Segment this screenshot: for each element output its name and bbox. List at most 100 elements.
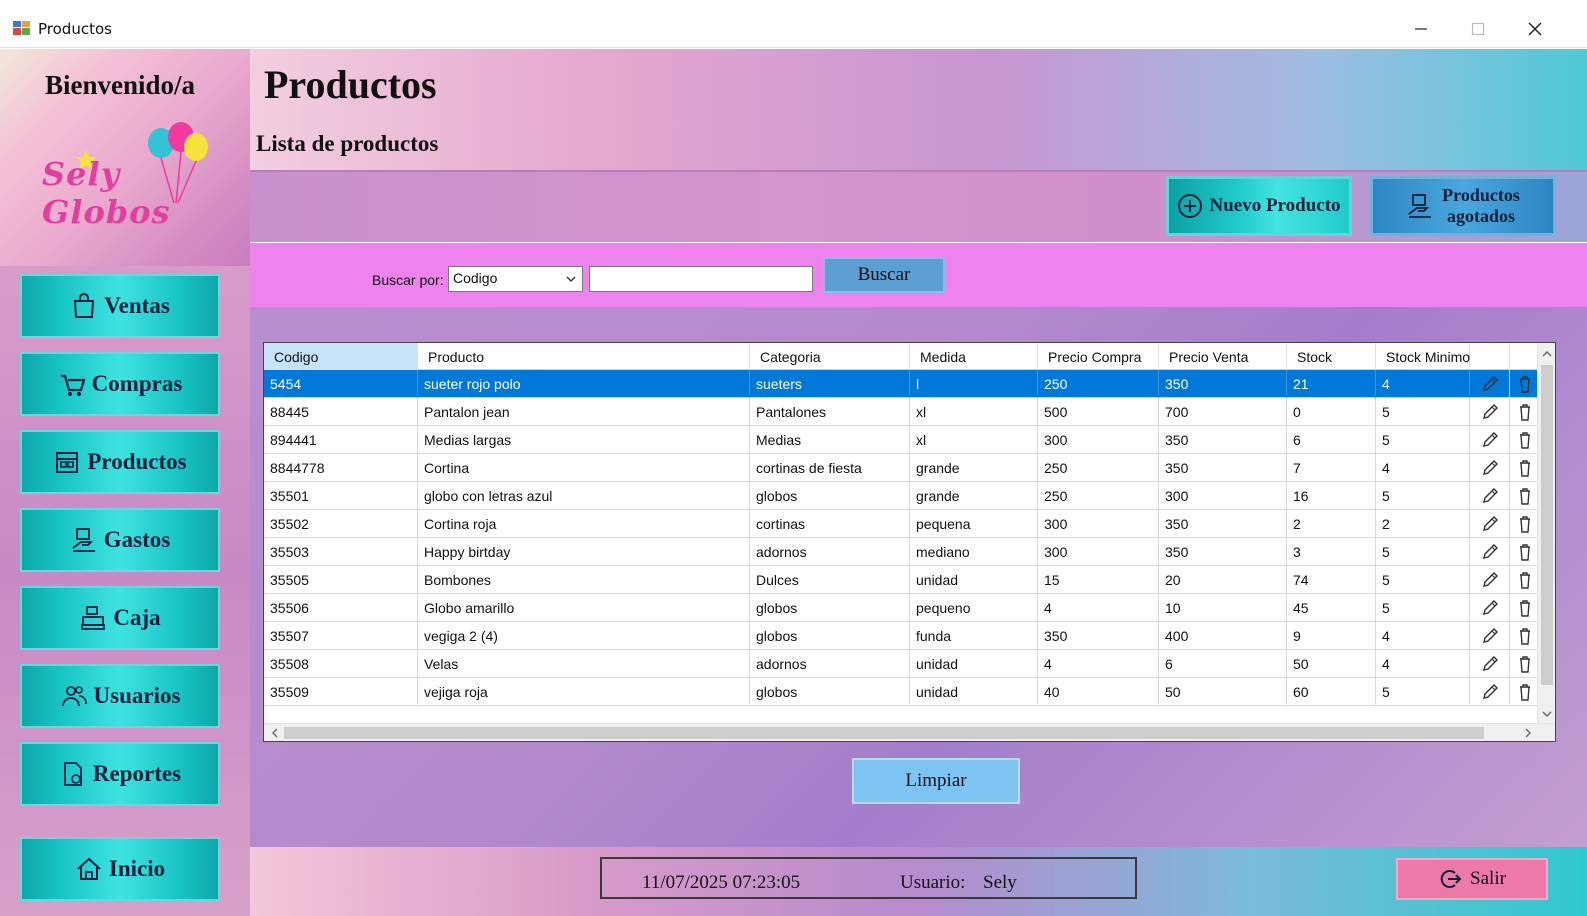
table-cell: 6 [1287, 426, 1376, 454]
edit-icon[interactable] [1470, 650, 1510, 678]
table-row[interactable]: 35501 globo con letras azul globos grande 25… [264, 482, 1540, 510]
edit-icon[interactable] [1470, 566, 1510, 594]
table-row[interactable]: 88445 Pantalon jean Pantalones xl 500 700 0 5 [264, 398, 1540, 426]
edit-icon[interactable] [1470, 482, 1510, 510]
table-header: Codigo Producto Categoria Medida Precio … [264, 343, 1550, 370]
products-table[interactable]: Codigo Producto Categoria Medida Precio … [263, 342, 1556, 742]
delete-icon[interactable] [1510, 622, 1540, 650]
edit-icon[interactable] [1470, 398, 1510, 426]
delete-icon[interactable] [1510, 594, 1540, 622]
edit-icon[interactable] [1470, 594, 1510, 622]
column-header-precio-compra[interactable]: Precio Compra [1038, 343, 1159, 370]
delete-icon[interactable] [1510, 566, 1540, 594]
nav-ventas-label: Ventas [104, 293, 170, 318]
clear-button[interactable]: Limpiar [852, 758, 1020, 804]
datetime-text: 11/07/2025 07:23:05 [642, 872, 801, 893]
table-cell: 5 [1376, 426, 1470, 454]
nav-usuarios-button[interactable]: Usuarios [20, 664, 220, 728]
nav-gastos-button[interactable]: Gastos [20, 508, 220, 572]
delete-icon[interactable] [1510, 454, 1540, 482]
nav-productos-label: Productos [87, 449, 187, 474]
table-cell: 700 [1159, 398, 1287, 426]
delete-icon[interactable] [1510, 510, 1540, 538]
nav-reportes-button[interactable]: Reportes [20, 742, 220, 806]
table-cell: 35507 [264, 622, 418, 650]
nav-caja-label: Caja [113, 605, 161, 630]
delete-icon[interactable] [1510, 678, 1540, 706]
table-cell: globos [750, 594, 910, 622]
table-cell: Medias largas [418, 426, 750, 454]
delete-icon[interactable] [1510, 398, 1540, 426]
logo: Sely Globos [36, 121, 211, 231]
maximize-button[interactable] [1455, 14, 1501, 44]
nav-inicio-label: Inicio [108, 856, 166, 881]
table-cell: 4 [1376, 454, 1470, 482]
edit-icon[interactable] [1470, 454, 1510, 482]
table-row[interactable]: 35507 vegiga 2 (4) globos funda 350 400 9 4 [264, 622, 1540, 650]
table-cell: grande [910, 454, 1038, 482]
column-header-stock[interactable]: Stock [1287, 343, 1376, 370]
column-header-stock-minimo[interactable]: Stock Minimo [1376, 343, 1470, 370]
logout-button[interactable]: Salir [1396, 858, 1548, 900]
new-product-button[interactable]: Nuevo Producto [1166, 176, 1352, 236]
table-cell: 350 [1159, 370, 1287, 398]
column-header-categoria[interactable]: Categoria [750, 343, 910, 370]
table-cell: unidad [910, 678, 1038, 706]
logout-icon [1440, 870, 1462, 888]
delete-icon[interactable] [1510, 370, 1540, 398]
table-row[interactable]: 35503 Happy birtday adornos mediano 300 350 3 5 [264, 538, 1540, 566]
edit-icon[interactable] [1470, 426, 1510, 454]
edit-icon[interactable] [1470, 538, 1510, 566]
nav-inicio-button[interactable]: Inicio [20, 837, 220, 901]
delete-icon[interactable] [1510, 426, 1540, 454]
horizontal-scroll-thumb[interactable] [284, 727, 1484, 739]
table-cell: 50 [1287, 650, 1376, 678]
table-cell: 35508 [264, 650, 418, 678]
edit-icon[interactable] [1470, 510, 1510, 538]
table-row[interactable]: 35508 Velas adornos unidad 4 6 50 4 [264, 650, 1540, 678]
table-cell: 894441 [264, 426, 418, 454]
table-cell: 7 [1287, 454, 1376, 482]
close-button[interactable] [1512, 14, 1558, 44]
table-row[interactable]: 35502 Cortina roja cortinas pequena 300 350 2 2 [264, 510, 1540, 538]
edit-icon[interactable] [1470, 370, 1510, 398]
search-input[interactable] [589, 266, 813, 292]
column-header-codigo[interactable]: Codigo [264, 343, 418, 370]
table-cell: globos [750, 482, 910, 510]
table-row[interactable]: 5454 sueter rojo polo sueters l 250 350 21 4 [264, 370, 1540, 398]
minimize-button[interactable] [1398, 14, 1444, 44]
column-header-precio-venta[interactable]: Precio Venta [1159, 343, 1287, 370]
table-cell: cortinas [750, 510, 910, 538]
column-header-producto[interactable]: Producto [418, 343, 750, 370]
delete-icon[interactable] [1510, 650, 1540, 678]
horizontal-scrollbar[interactable] [264, 723, 1555, 741]
table-cell: unidad [910, 650, 1038, 678]
table-cell: adornos [750, 538, 910, 566]
table-cell: Globo amarillo [418, 594, 750, 622]
edit-icon[interactable] [1470, 678, 1510, 706]
table-cell: 2 [1287, 510, 1376, 538]
edit-icon[interactable] [1470, 622, 1510, 650]
out-of-stock-label: Productos agotados [1442, 185, 1520, 227]
table-row[interactable]: 35506 Globo amarillo globos pequeno 4 10 45 5 [264, 594, 1540, 622]
nav-productos-button[interactable]: Productos [20, 430, 220, 494]
vertical-scrollbar[interactable] [1537, 343, 1555, 725]
table-row[interactable]: 35509 vejiga roja globos unidad 40 50 60 5 [264, 678, 1540, 706]
out-of-stock-button[interactable]: Productos agotados [1370, 176, 1556, 236]
nav-compras-button[interactable]: Compras [20, 352, 220, 416]
table-row[interactable]: 8844778 Cortina cortinas de fiesta grande 25… [264, 454, 1540, 482]
table-cell: 60 [1287, 678, 1376, 706]
add-circle-icon [1178, 194, 1203, 218]
search-field-select[interactable]: Codigo [448, 266, 583, 292]
column-header-medida[interactable]: Medida [910, 343, 1038, 370]
search-button[interactable]: Buscar [823, 257, 945, 293]
nav-caja-button[interactable]: Caja [20, 586, 220, 650]
delete-icon[interactable] [1510, 482, 1540, 510]
table-row[interactable]: 894441 Medias largas Medias xl 300 350 6 5 [264, 426, 1540, 454]
table-row[interactable]: 35505 Bombones Dulces unidad 15 20 74 5 [264, 566, 1540, 594]
delete-icon[interactable] [1510, 538, 1540, 566]
search-button-label: Buscar [857, 264, 911, 285]
table-cell: 300 [1038, 426, 1159, 454]
vertical-scroll-thumb[interactable] [1541, 365, 1553, 685]
nav-ventas-button[interactable]: Ventas [20, 274, 220, 338]
